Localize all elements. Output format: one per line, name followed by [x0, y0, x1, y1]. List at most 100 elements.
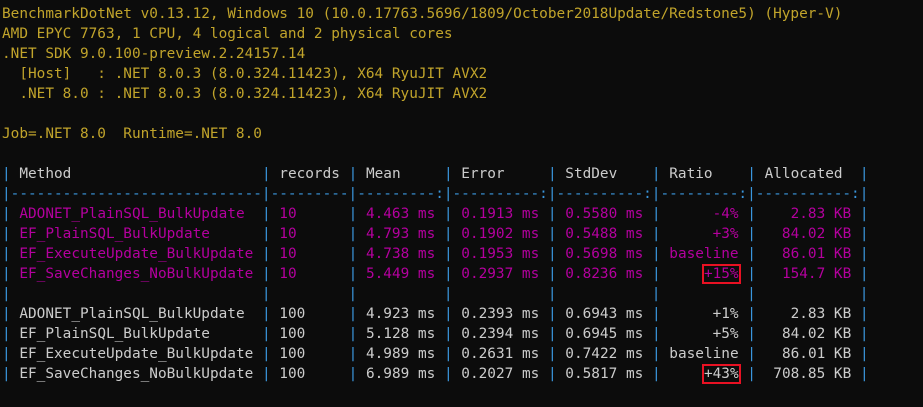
column-separator: | — [261, 166, 271, 182]
column-separator: | — [261, 226, 271, 242]
error-cell: 0.2631 ms — [461, 346, 540, 362]
header-line: [Host] : .NET 8.0.3 (8.0.324.11423), X64… — [2, 66, 488, 82]
ratio-cell: +5% — [712, 326, 739, 342]
column-header: Error — [461, 166, 505, 182]
column-separator: | — [261, 326, 271, 342]
header-line: .NET SDK 9.0.100-preview.2.24157.14 — [2, 46, 306, 62]
records-cell: 10 — [279, 266, 297, 282]
column-separator: | — [747, 306, 756, 322]
mean-cell: 4.738 ms — [365, 246, 436, 262]
column-separator: | — [443, 306, 453, 322]
table-row: | EF_ExecuteUpdate_BulkUpdate | 10 | 4.7… — [0, 244, 923, 264]
records-cell: 10 — [279, 206, 297, 222]
column-header: Allocated — [764, 166, 843, 182]
method-cell: EF_PlainSQL_BulkUpdate — [19, 226, 210, 242]
column-separator: | — [651, 246, 661, 262]
column-separator: | — [651, 206, 661, 222]
column-separator: | — [443, 366, 453, 382]
method-cell: EF_SaveChanges_NoBulkUpdate — [19, 366, 254, 382]
column-separator: | — [859, 366, 869, 382]
table-row: | EF_PlainSQL_BulkUpdate | 100 | 5.128 m… — [0, 324, 923, 344]
records-cell: 100 — [279, 306, 306, 322]
column-separator: | — [261, 246, 271, 262]
column-separator: | — [443, 226, 453, 242]
column-separator: | — [261, 366, 271, 382]
column-separator: | — [348, 246, 358, 262]
column-separator: | — [747, 266, 756, 282]
ratio-cell: +43% — [701, 364, 741, 384]
column-separator: | — [859, 226, 869, 242]
column-separator: | — [2, 266, 11, 282]
column-header: records — [279, 166, 340, 182]
column-separator: | — [547, 226, 557, 242]
error-cell: 0.1953 ms — [461, 246, 540, 262]
allocated-cell: 2.83 KB — [790, 306, 852, 322]
column-separator: | — [348, 366, 358, 382]
column-separator: | — [443, 266, 453, 282]
benchmark-table: | Method | records | Mean | Error | StdD… — [0, 164, 923, 384]
error-cell: 0.2393 ms — [461, 306, 540, 322]
column-separator: | — [859, 206, 869, 222]
error-cell: 0.1913 ms — [461, 206, 540, 222]
method-cell: EF_ExecuteUpdate_BulkUpdate — [19, 246, 254, 262]
stddev-cell: 0.6945 ms — [565, 326, 644, 342]
group-divider-row: | | | | | | | | — [2, 286, 869, 302]
column-separator: | — [547, 306, 557, 322]
column-separator: | — [747, 226, 756, 242]
allocated-cell: 84.02 KB — [781, 226, 852, 242]
column-separator: | — [348, 346, 358, 362]
table-separator-row: |-----------------------------|---------… — [2, 186, 869, 202]
method-cell: ADONET_PlainSQL_BulkUpdate — [19, 206, 245, 222]
column-separator: | — [2, 306, 11, 322]
method-cell: EF_PlainSQL_BulkUpdate — [19, 326, 210, 342]
error-cell: 0.1902 ms — [461, 226, 540, 242]
column-separator: | — [651, 306, 661, 322]
ratio-cell: +1% — [712, 306, 739, 322]
column-separator: | — [859, 166, 869, 182]
allocated-cell: 86.01 KB — [781, 346, 852, 362]
column-header: Mean — [365, 166, 401, 182]
column-separator: | — [651, 366, 661, 382]
column-separator: | — [547, 246, 557, 262]
mean-cell: 4.989 ms — [365, 346, 436, 362]
column-separator: | — [651, 166, 661, 182]
column-header: StdDev — [565, 166, 618, 182]
column-separator: | — [747, 346, 756, 362]
column-separator: | — [2, 246, 11, 262]
column-separator: | — [859, 346, 869, 362]
allocated-cell: 154.7 KB — [781, 266, 852, 282]
job-line: Job=.NET 8.0 Runtime=.NET 8.0 — [2, 126, 262, 142]
column-separator: | — [547, 366, 557, 382]
column-separator: | — [547, 206, 557, 222]
column-separator: | — [348, 266, 358, 282]
stddev-cell: 0.7422 ms — [565, 346, 644, 362]
column-separator: | — [443, 326, 453, 342]
mean-cell: 4.463 ms — [365, 206, 436, 222]
column-separator: | — [651, 266, 661, 282]
records-cell: 10 — [279, 226, 297, 242]
column-header: Method — [19, 166, 72, 182]
column-separator: | — [651, 326, 661, 342]
stddev-cell: 0.5580 ms — [565, 206, 644, 222]
column-separator: | — [859, 266, 869, 282]
stddev-cell: 0.5488 ms — [565, 226, 644, 242]
column-separator: | — [547, 266, 557, 282]
column-separator: | — [261, 206, 271, 222]
ratio-cell: baseline — [669, 246, 739, 262]
column-separator: | — [261, 346, 271, 362]
column-separator: | — [348, 206, 358, 222]
error-cell: 0.2027 ms — [461, 366, 540, 382]
records-cell: 10 — [279, 246, 297, 262]
column-separator: | — [747, 366, 756, 382]
ratio-cell: +15% — [701, 264, 741, 284]
column-separator: | — [747, 206, 756, 222]
column-separator: | — [859, 246, 869, 262]
column-separator: | — [547, 346, 557, 362]
allocated-cell: 708.85 KB — [773, 366, 852, 382]
error-cell: 0.2937 ms — [461, 266, 540, 282]
table-row: | EF_ExecuteUpdate_BulkUpdate | 100 | 4.… — [0, 344, 923, 364]
table-row: | EF_SaveChanges_NoBulkUpdate | 10 | 5.4… — [0, 264, 923, 284]
allocated-cell: 86.01 KB — [781, 246, 852, 262]
column-separator: | — [348, 166, 358, 182]
column-separator: | — [443, 166, 453, 182]
